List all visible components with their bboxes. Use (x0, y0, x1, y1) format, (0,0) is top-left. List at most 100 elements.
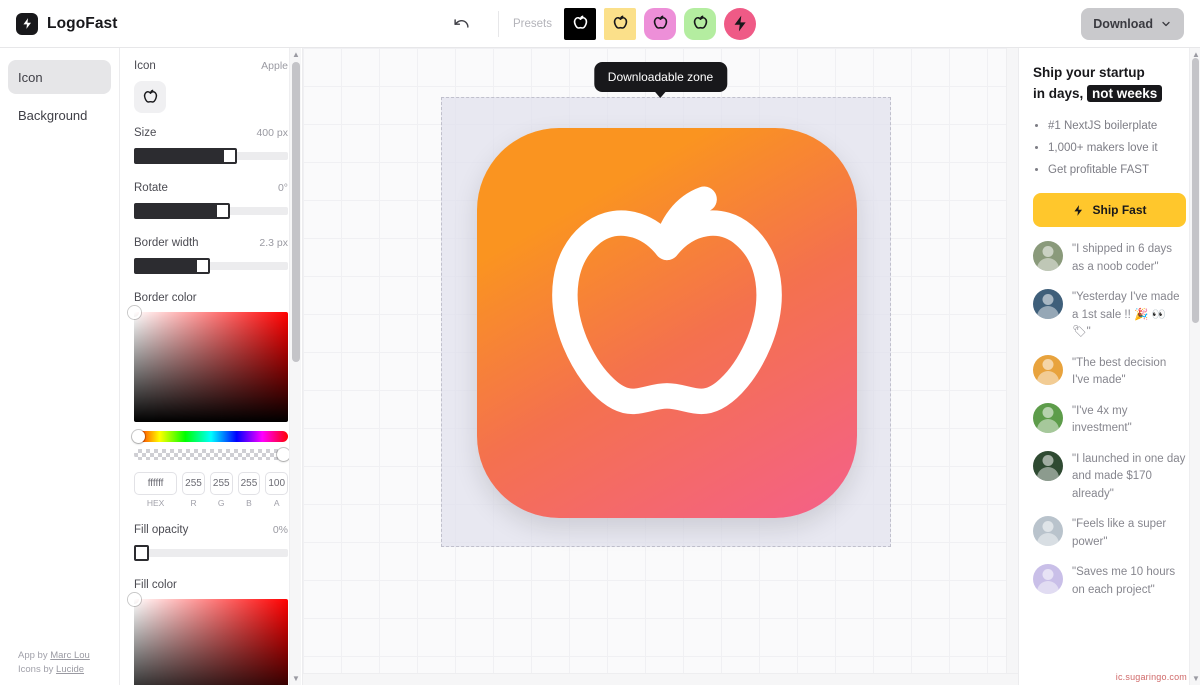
promo-scrollbar[interactable]: ▲ ▼ (1189, 48, 1200, 685)
scroll-down-arrow-icon[interactable]: ▼ (292, 674, 300, 683)
border-width-row: Border width 2.3 px (134, 237, 288, 249)
apple-icon (613, 15, 627, 29)
rotate-label: Rotate (134, 182, 168, 194)
testimonial-text: "Yesterday I've made a 1st sale !! 🎉 👀 🏷… (1072, 291, 1180, 338)
preset-3[interactable] (684, 7, 716, 40)
brand-name: LogoFast (47, 14, 118, 32)
rotate-slider[interactable] (134, 203, 288, 219)
b-caption: B (246, 498, 252, 508)
lucide-link[interactable]: Lucide (56, 664, 84, 675)
scroll-up-arrow-icon[interactable]: ▲ (292, 50, 300, 59)
border-width-value: 2.3 px (259, 237, 288, 249)
presets-label: Presets (513, 17, 552, 30)
icons-by-line: Icons by Lucide (18, 663, 101, 677)
border-width-slider-thumb[interactable] (194, 258, 210, 274)
border-color-sat-handle[interactable] (128, 306, 141, 319)
controls-scrollbar[interactable]: ▲ ▼ (289, 48, 301, 685)
download-wrap: Download (1081, 7, 1200, 40)
list-item: "I shipped in 6 days as a noob coder" (1033, 241, 1186, 276)
rotate-slider-thumb[interactable] (214, 203, 230, 219)
controls-panel: Icon Apple Size 400 px Rotate 0° Border … (120, 48, 303, 685)
icon-row: Icon Apple (134, 60, 288, 72)
g-caption: G (217, 498, 225, 508)
border-color-hue-handle[interactable] (132, 430, 145, 443)
ship-fast-label: Ship Fast (1092, 203, 1147, 217)
top-toolbar: LogoFast Presets Download (0, 0, 1200, 48)
border-width-slider[interactable] (134, 258, 288, 274)
canvas-area[interactable]: Downloadable zone (303, 48, 1018, 685)
border-color-fields: HEX R G B A (134, 472, 289, 508)
promo-scrollbar-thumb[interactable] (1192, 58, 1199, 323)
fill-opacity-slider[interactable] (134, 545, 288, 561)
size-slider-thumb[interactable] (222, 148, 238, 164)
apple-icon (143, 89, 157, 103)
icons-by-prefix: Icons by (18, 664, 57, 675)
border-color-label: Border color (134, 292, 197, 304)
size-value: 400 px (256, 127, 288, 139)
border-width-slider-fill (134, 258, 202, 274)
list-item: "The best decision I've made" (1033, 354, 1186, 390)
watermark: ic.sugaringo.com (1115, 672, 1187, 682)
icon-label: Icon (134, 60, 156, 72)
body: Icon Background App by Marc Lou Icons by… (0, 48, 1200, 685)
download-button[interactable]: Download (1081, 7, 1184, 40)
preset-0[interactable] (564, 7, 596, 40)
controls-scrollbar-thumb[interactable] (292, 62, 300, 362)
rotate-slider-fill (134, 203, 222, 219)
testimonial-text: "Saves me 10 hours on each project" (1072, 566, 1176, 596)
r-caption: R (190, 498, 197, 508)
icon-value: Apple (261, 60, 288, 72)
fill-opacity-row: Fill opacity 0% (134, 524, 288, 536)
r-input[interactable] (182, 472, 205, 495)
border-color-row: Border color (134, 292, 288, 304)
canvas-horizontal-scrollbar[interactable] (303, 673, 1018, 685)
avatar (1033, 564, 1063, 594)
fill-color-sat-handle[interactable] (128, 593, 141, 606)
preset-2[interactable] (644, 7, 676, 40)
testimonials-list: "I shipped in 6 days as a noob coder" "Y… (1033, 241, 1186, 599)
ship-fast-button[interactable]: Ship Fast (1033, 193, 1186, 227)
avatar (1033, 516, 1063, 546)
undo-button[interactable] (444, 7, 478, 41)
apple-icon (552, 186, 782, 415)
g-input[interactable] (209, 472, 233, 495)
canvas-vertical-scrollbar[interactable] (1006, 48, 1018, 685)
promo-title: Ship your startup in days, not weeks (1033, 62, 1186, 104)
g-field-wrap: G (209, 472, 233, 508)
hex-caption: HEX (146, 498, 165, 508)
list-item: "Feels like a super power" (1033, 516, 1186, 551)
hex-input[interactable] (134, 472, 178, 495)
fill-opacity-thumb[interactable] (134, 545, 149, 561)
sidebar-item-background[interactable]: Background (8, 98, 111, 132)
promo-bullets: #1 NextJS boilerplate 1,000+ makers love… (1033, 115, 1186, 181)
size-label: Size (134, 127, 157, 139)
apple-icon (653, 15, 667, 29)
promo-bullet: 1,000+ makers love it (1048, 137, 1186, 159)
logo-preview[interactable] (477, 128, 857, 518)
preset-4[interactable] (724, 7, 756, 40)
fill-color-saturation-area[interactable] (128, 593, 288, 685)
a-field-wrap: A (265, 472, 289, 508)
border-color-saturation-area[interactable] (128, 306, 288, 422)
downloadable-zone[interactable] (441, 97, 891, 547)
b-input[interactable] (237, 472, 261, 495)
list-item: "I launched in one day and made $170 alr… (1033, 450, 1186, 504)
download-label: Download (1093, 16, 1153, 31)
list-item: "Yesterday I've made a 1st sale !! 🎉 👀 🏷… (1033, 289, 1186, 342)
testimonial-text: "I launched in one day and made $170 alr… (1072, 452, 1186, 500)
preset-1[interactable] (604, 7, 636, 40)
lightning-bolt-icon (1074, 204, 1083, 216)
testimonial-text: "The best decision I've made" (1072, 356, 1167, 387)
rotate-value: 0° (277, 182, 288, 194)
sidebar-item-icon[interactable]: Icon (8, 60, 111, 94)
size-slider[interactable] (134, 148, 288, 164)
fill-opacity-value: 0% (272, 524, 288, 536)
a-input[interactable] (265, 472, 289, 495)
promo-scroll-down-arrow-icon[interactable]: ▼ (1192, 674, 1200, 683)
border-color-alpha-slider[interactable] (134, 448, 290, 461)
icon-picker-button[interactable] (134, 81, 166, 113)
border-color-hue-slider[interactable] (132, 430, 288, 443)
promo-bullet: Get profitable FAST (1048, 159, 1186, 181)
size-slider-fill (134, 148, 230, 164)
marc-lou-link[interactable]: Marc Lou (50, 650, 90, 661)
